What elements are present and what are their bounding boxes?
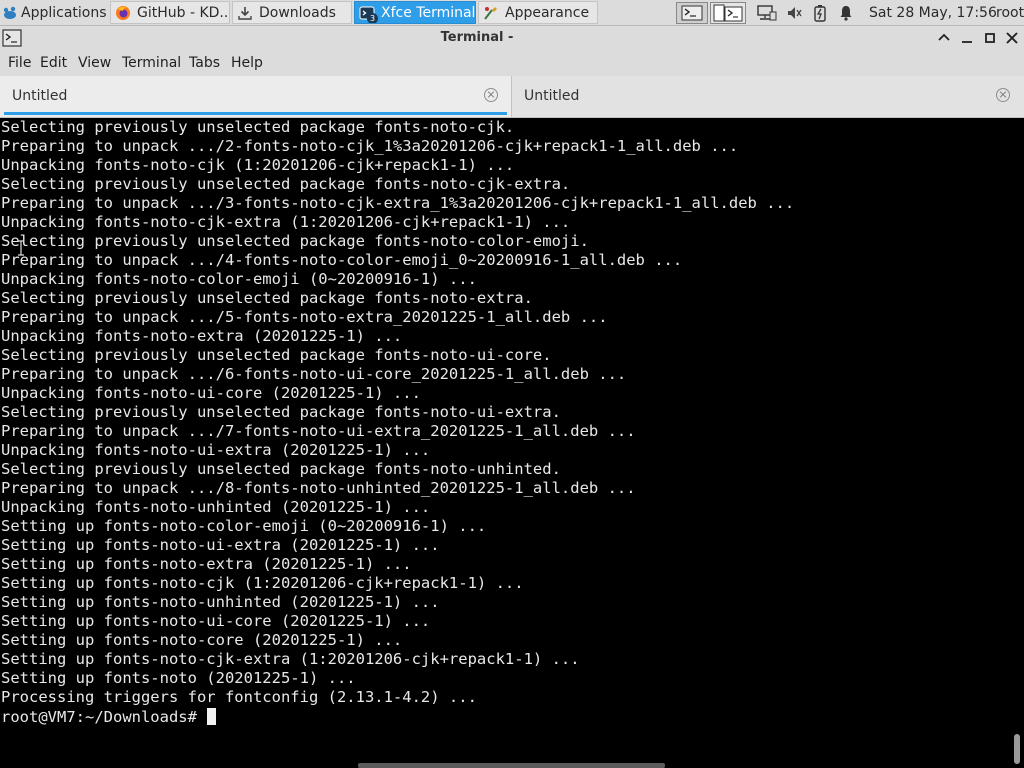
terminal-line: Setting up fonts-noto-unhinted (20201225… (1, 593, 440, 611)
terminal-line: Selecting previously unselected package … (1, 118, 515, 136)
menu-terminal[interactable]: Terminal (122, 55, 181, 71)
terminal-output[interactable]: Selecting previously unselected package … (0, 118, 1010, 768)
terminal-line: Preparing to unpack .../6-fonts-noto-ui-… (1, 365, 627, 383)
terminal-line: Unpacking fonts-noto-color-emoji (0~2020… (1, 270, 477, 288)
taskbar-item-appearance[interactable]: Appearance (478, 1, 598, 24)
tab-untitled-2[interactable]: Untitled (512, 76, 1024, 117)
terminal-line: Setting up fonts-noto-ui-core (20201225-… (1, 612, 431, 630)
terminal-line: Setting up fonts-noto-color-emoji (0~202… (1, 517, 487, 535)
terminal-line: Preparing to unpack .../2-fonts-noto-cjk… (1, 137, 739, 155)
maximize-window-button[interactable] (982, 30, 998, 46)
terminal-line: Unpacking fonts-noto-unhinted (20201225-… (1, 498, 431, 516)
workspace-1-button[interactable] (676, 2, 708, 24)
terminal-line: Selecting previously unselected package … (1, 460, 561, 478)
terminal-line: Unpacking fonts-noto-ui-extra (20201225-… (1, 441, 431, 459)
window-title-bar[interactable]: Terminal - (0, 26, 1024, 50)
terminal-line: Unpacking fonts-noto-cjk (1:20201206-cjk… (1, 156, 515, 174)
terminal-line: Setting up fonts-noto-extra (20201225-1)… (1, 555, 412, 573)
taskbar-item-label: Xfce Terminal (381, 4, 476, 21)
terminal-line: Setting up fonts-noto-core (20201225-1) … (1, 631, 403, 649)
tab-untitled-1[interactable]: Untitled (0, 76, 511, 117)
taskbar-item-xfce-terminal[interactable]: 3 Xfce Terminal (354, 1, 476, 24)
terminal-line: Selecting previously unselected package … (1, 346, 552, 364)
terminal-line: Setting up fonts-noto (20201225-1) ... (1, 669, 356, 687)
taskbar-item-label: Downloads (259, 4, 336, 21)
vertical-scrollbar-thumb[interactable] (1014, 734, 1020, 764)
terminal-line: Setting up fonts-noto-cjk-extra (1:20201… (1, 650, 580, 668)
terminal-line: Preparing to unpack .../4-fonts-noto-col… (1, 251, 683, 269)
menu-file[interactable]: File (8, 55, 31, 71)
taskbar-item-github[interactable]: GitHub - KD... (110, 1, 230, 24)
terminal-line: Preparing to unpack .../3-fonts-noto-cjk… (1, 194, 795, 212)
menu-help[interactable]: Help (231, 55, 263, 71)
network-icon[interactable] (754, 2, 778, 24)
applications-label: Applications (21, 4, 107, 21)
tab-close-icon[interactable] (484, 88, 498, 102)
terminal-line: Preparing to unpack .../7-fonts-noto-ui-… (1, 422, 636, 440)
terminal-line: Preparing to unpack .../5-fonts-noto-ext… (1, 308, 608, 326)
terminal-icon: 3 (359, 5, 378, 23)
tab-close-icon[interactable] (996, 88, 1010, 102)
terminal-line: Unpacking fonts-noto-ui-core (20201225-1… (1, 384, 421, 402)
workspace-window-icon (713, 4, 743, 22)
terminal-line: Unpacking fonts-noto-cjk-extra (1:202012… (1, 213, 571, 231)
prompt-line[interactable]: root@VM7:~/Downloads# (1, 707, 217, 726)
menu-tabs[interactable]: Tabs (189, 55, 220, 71)
shell-prompt: root@VM7:~/Downloads# (1, 708, 207, 726)
terminal-line: Setting up fonts-noto-ui-extra (20201225… (1, 536, 440, 554)
terminal-line: Preparing to unpack .../8-fonts-noto-unh… (1, 479, 636, 497)
taskbar-item-downloads[interactable]: Downloads (232, 1, 352, 24)
vertical-scrollbar[interactable] (1010, 118, 1024, 768)
terminal-line: Selecting previously unselected package … (1, 232, 589, 250)
close-window-button[interactable] (1004, 30, 1020, 46)
workspace-terminal-icon (681, 5, 703, 21)
menu-edit[interactable]: Edit (40, 55, 67, 71)
clock[interactable]: Sat 28 May, 17:56 (869, 0, 997, 26)
appearance-icon (483, 5, 499, 21)
xfce-logo-icon (2, 5, 18, 21)
terminal-line: Selecting previously unselected package … (1, 289, 533, 307)
minimize-window-button[interactable] (959, 30, 975, 46)
tab-label: Untitled (12, 88, 68, 104)
terminal-line: Processing triggers for fontconfig (2.13… (1, 688, 477, 706)
terminal-line: Unpacking fonts-noto-extra (20201225-1) … (1, 327, 403, 345)
terminal-line: Setting up fonts-noto-cjk (1:20201206-cj… (1, 574, 524, 592)
battery-icon[interactable] (810, 2, 830, 24)
window-count-badge: 3 (367, 12, 378, 23)
terminal-line: Selecting previously unselected package … (1, 403, 561, 421)
applications-menu-button[interactable]: Applications ☰ (0, 1, 108, 24)
menu-bar: File Edit View Terminal Tabs Help (0, 50, 1024, 76)
top-panel: Applications ☰ GitHub - KD... Downloads … (0, 0, 1024, 26)
tab-label: Untitled (524, 88, 580, 104)
firefox-icon (115, 5, 131, 21)
notification-bell-icon[interactable] (836, 2, 856, 24)
window-title: Terminal - (440, 30, 514, 45)
taskbar-item-label: GitHub - KD... (137, 4, 230, 21)
horizontal-scroll-indicator[interactable] (358, 763, 665, 768)
tab-bar: Untitled Untitled (0, 76, 1024, 118)
workspace-2-button[interactable] (710, 2, 746, 24)
terminal-line: Selecting previously unselected package … (1, 175, 571, 193)
terminal-lines: Selecting previously unselected package … (1, 118, 794, 707)
text-cursor (207, 708, 217, 725)
downloads-icon (237, 5, 253, 21)
ibeam-mouse-cursor-icon (17, 240, 25, 260)
volume-muted-icon[interactable] (784, 2, 804, 24)
shade-window-button[interactable] (936, 30, 952, 46)
user-label[interactable]: root (996, 0, 1024, 26)
taskbar-item-label: Appearance (505, 4, 590, 21)
menu-view[interactable]: View (78, 55, 111, 71)
